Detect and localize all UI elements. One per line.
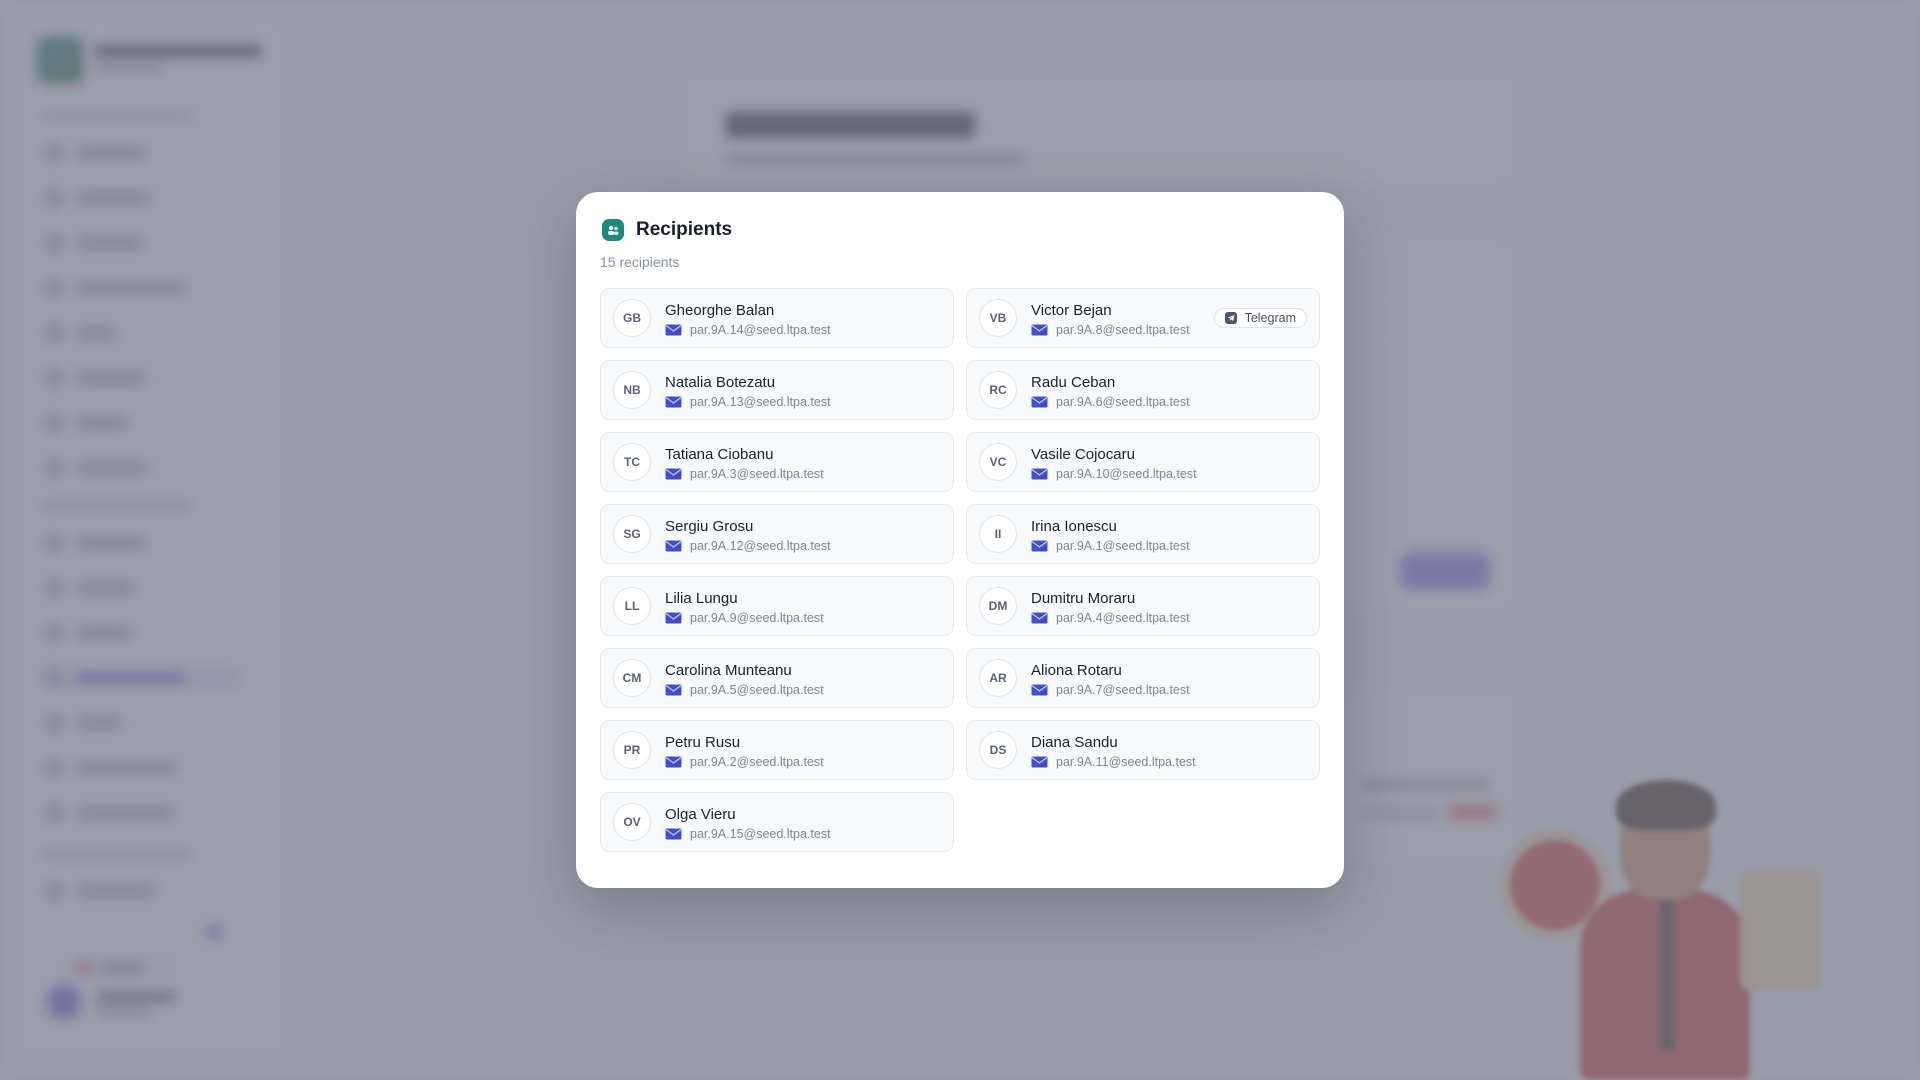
recipient-list: GB Gheorghe Balan par.9A.14@seed.ltpa.te… — [600, 288, 1320, 852]
avatar: TC — [613, 443, 651, 481]
recipient-name: Natalia Botezatu — [665, 374, 776, 391]
recipients-modal: Recipients 15 recipients GB Gheorghe Bal… — [576, 192, 1344, 888]
email-icon — [665, 756, 682, 767]
recipient-email-row: par.9A.7@seed.ltpa.test — [1031, 682, 1190, 697]
recipient-count: 15 recipients — [600, 254, 680, 270]
recipient-email: par.9A.2@seed.ltpa.test — [690, 754, 824, 769]
recipient-email: par.9A.7@seed.ltpa.test — [1056, 682, 1190, 697]
email-icon — [665, 828, 682, 839]
recipient-email: par.9A.3@seed.ltpa.test — [690, 466, 824, 481]
recipient-email-row: par.9A.9@seed.ltpa.test — [665, 610, 824, 625]
email-icon — [665, 396, 682, 407]
recipient-name: Gheorghe Balan — [665, 302, 775, 319]
email-icon — [665, 468, 682, 479]
recipient-card: OV Olga Vieru par.9A.15@seed.ltpa.test — [600, 792, 954, 852]
email-icon — [1031, 756, 1048, 767]
recipient-email: par.9A.8@seed.ltpa.test — [1056, 322, 1190, 337]
avatar: AR — [979, 659, 1017, 697]
email-icon — [665, 540, 682, 551]
avatar: GB — [613, 299, 651, 337]
recipients-icon — [602, 219, 624, 241]
recipient-email-row: par.9A.2@seed.ltpa.test — [665, 754, 824, 769]
recipient-email: par.9A.9@seed.ltpa.test — [690, 610, 824, 625]
avatar: VC — [979, 443, 1017, 481]
avatar: II — [979, 515, 1017, 553]
recipient-email: par.9A.4@seed.ltpa.test — [1056, 610, 1190, 625]
recipient-name: Carolina Munteanu — [665, 662, 792, 679]
recipient-name: Vasile Cojocaru — [1031, 446, 1135, 463]
recipient-email: par.9A.12@seed.ltpa.test — [690, 538, 831, 553]
recipient-email-row: par.9A.8@seed.ltpa.test — [1031, 322, 1190, 337]
recipient-email-row: par.9A.4@seed.ltpa.test — [1031, 610, 1190, 625]
recipient-card: DM Dumitru Moraru par.9A.4@seed.ltpa.tes… — [966, 576, 1320, 636]
recipient-email-row: par.9A.1@seed.ltpa.test — [1031, 538, 1190, 553]
email-icon — [665, 612, 682, 623]
recipient-card: RC Radu Ceban par.9A.6@seed.ltpa.test — [966, 360, 1320, 420]
recipient-card: NB Natalia Botezatu par.9A.13@seed.ltpa.… — [600, 360, 954, 420]
avatar: LL — [613, 587, 651, 625]
recipient-name: Irina Ionescu — [1031, 518, 1117, 535]
recipient-email-row: par.9A.11@seed.ltpa.test — [1031, 754, 1196, 769]
recipient-email: par.9A.11@seed.ltpa.test — [1056, 754, 1196, 769]
recipient-card: GB Gheorghe Balan par.9A.14@seed.ltpa.te… — [600, 288, 954, 348]
recipient-card: SG Sergiu Grosu par.9A.12@seed.ltpa.test — [600, 504, 954, 564]
recipient-card: CM Carolina Munteanu par.9A.5@seed.ltpa.… — [600, 648, 954, 708]
recipient-email: par.9A.6@seed.ltpa.test — [1056, 394, 1190, 409]
avatar: SG — [613, 515, 651, 553]
recipient-email: par.9A.14@seed.ltpa.test — [690, 322, 831, 337]
recipient-card: LL Lilia Lungu par.9A.9@seed.ltpa.test — [600, 576, 954, 636]
recipient-name: Victor Bejan — [1031, 302, 1112, 319]
avatar: VB — [979, 299, 1017, 337]
email-icon — [1031, 540, 1048, 551]
recipient-email: par.9A.10@seed.ltpa.test — [1056, 466, 1197, 481]
recipient-email-row: par.9A.3@seed.ltpa.test — [665, 466, 824, 481]
recipient-name: Tatiana Ciobanu — [665, 446, 774, 463]
avatar: DM — [979, 587, 1017, 625]
email-icon — [1031, 684, 1048, 695]
recipient-email: par.9A.13@seed.ltpa.test — [690, 394, 831, 409]
modal-title: Recipients — [636, 219, 733, 240]
recipient-card: TC Tatiana Ciobanu par.9A.3@seed.ltpa.te… — [600, 432, 954, 492]
recipient-email-row: par.9A.6@seed.ltpa.test — [1031, 394, 1190, 409]
recipient-email-row: par.9A.10@seed.ltpa.test — [1031, 466, 1197, 481]
avatar: DS — [979, 731, 1017, 769]
recipient-card: DS Diana Sandu par.9A.11@seed.ltpa.test — [966, 720, 1320, 780]
avatar: RC — [979, 371, 1017, 409]
recipient-name: Olga Vieru — [665, 806, 736, 823]
recipient-email-row: par.9A.5@seed.ltpa.test — [665, 682, 824, 697]
recipient-name: Aliona Rotaru — [1031, 662, 1122, 679]
avatar: PR — [613, 731, 651, 769]
recipient-name: Lilia Lungu — [665, 590, 738, 607]
avatar: OV — [613, 803, 651, 841]
recipient-name: Dumitru Moraru — [1031, 590, 1136, 607]
recipient-name: Diana Sandu — [1031, 734, 1118, 751]
recipient-email-row: par.9A.14@seed.ltpa.test — [665, 322, 831, 337]
recipient-email: par.9A.1@seed.ltpa.test — [1056, 538, 1190, 553]
email-icon — [665, 324, 682, 335]
telegram-icon — [1224, 312, 1237, 324]
recipient-card: VB Victor Bejan par.9A.8@seed.ltpa.test … — [966, 288, 1320, 348]
recipient-name: Radu Ceban — [1031, 374, 1116, 391]
recipient-email: par.9A.15@seed.ltpa.test — [690, 826, 831, 841]
recipient-card: VC Vasile Cojocaru par.9A.10@seed.ltpa.t… — [966, 432, 1320, 492]
channel-badge-telegram: Telegram — [1213, 308, 1307, 328]
recipient-email-row: par.9A.15@seed.ltpa.test — [665, 826, 831, 841]
recipient-name: Petru Rusu — [665, 734, 741, 751]
recipient-card: AR Aliona Rotaru par.9A.7@seed.ltpa.test — [966, 648, 1320, 708]
recipient-name: Sergiu Grosu — [665, 518, 754, 535]
email-icon — [665, 684, 682, 695]
recipient-email: par.9A.5@seed.ltpa.test — [690, 682, 824, 697]
email-icon — [1031, 396, 1048, 407]
avatar: NB — [613, 371, 651, 409]
avatar: CM — [613, 659, 651, 697]
recipient-card: II Irina Ionescu par.9A.1@seed.ltpa.test — [966, 504, 1320, 564]
email-icon — [1031, 468, 1048, 479]
email-icon — [1031, 612, 1048, 623]
recipient-email-row: par.9A.13@seed.ltpa.test — [665, 394, 831, 409]
modal-header: Recipients — [600, 216, 1320, 244]
recipient-email-row: par.9A.12@seed.ltpa.test — [665, 538, 831, 553]
channel-badge-label: Telegram — [1244, 311, 1296, 325]
email-icon — [1031, 324, 1048, 335]
recipient-card: PR Petru Rusu par.9A.2@seed.ltpa.test — [600, 720, 954, 780]
